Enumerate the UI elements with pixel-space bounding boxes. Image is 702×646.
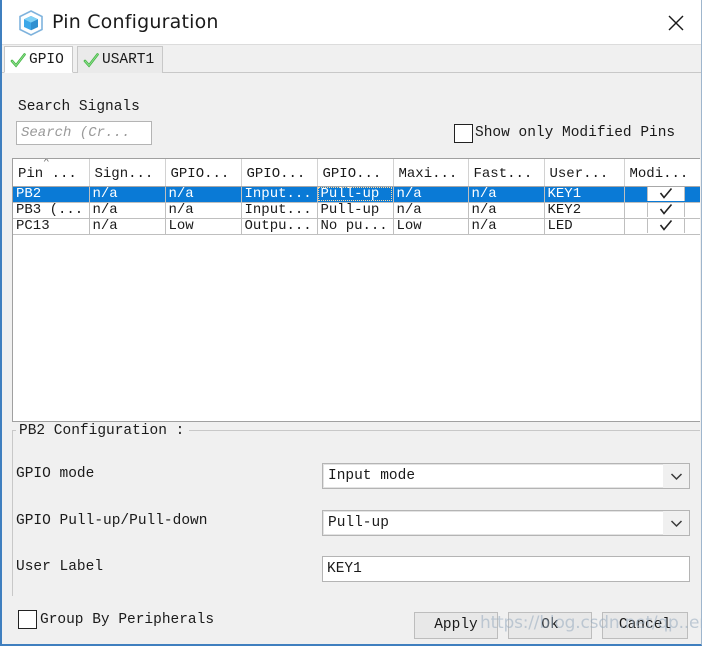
- search-signals-label: Search Signals: [18, 99, 140, 115]
- cube-icon: [18, 9, 44, 37]
- table-header-cell-4[interactable]: GPIO...: [317, 159, 394, 187]
- show-only-modified-pins-checkbox[interactable]: [454, 123, 473, 143]
- group-by-peripherals-checkbox[interactable]: [18, 610, 37, 629]
- table-header-cell-5[interactable]: Maxi...: [393, 159, 469, 187]
- footer: Group By Peripherals: [2, 596, 701, 644]
- table-cell-modified-r0[interactable]: [624, 186, 700, 203]
- apply-button[interactable]: Apply: [414, 612, 498, 639]
- titlebar: Pin Configuration: [2, 0, 701, 45]
- pin-configuration-dialog: Pin Configuration GPIO USART1 Search Sig…: [0, 0, 702, 646]
- table-cell-r2-c6[interactable]: n/a: [468, 218, 545, 235]
- table-header-row[interactable]: ⌃ Pin ... Sign... GPIO... GPIO... GPIO... Maxi…: [13, 159, 700, 187]
- table-header-cell-2[interactable]: GPIO...: [165, 159, 242, 187]
- table-header-label: Modi...: [629, 165, 689, 182]
- table-cell-r1-c1[interactable]: n/a: [89, 202, 166, 219]
- table-cell-r1-c5[interactable]: n/a: [393, 202, 469, 219]
- table-header-cell-1[interactable]: Sign...: [89, 159, 166, 187]
- table-row[interactable]: PC13 n/a Low Outpu... No pu... Low n/a LED: [13, 218, 700, 235]
- pin-table-frame[interactable]: ⌃ Pin ... Sign... GPIO... GPIO... GPIO... Maxi…: [12, 158, 700, 422]
- group-by-peripherals-row[interactable]: Group By Peripherals: [18, 610, 214, 629]
- table-header-label: Sign...: [94, 165, 154, 182]
- modified-check-icon: [646, 187, 685, 201]
- gpio-pull-value: Pull-up: [328, 515, 389, 531]
- table-header-label: Fast...: [473, 165, 533, 182]
- table-header-label: Maxi...: [398, 165, 458, 182]
- gpio-pull-select[interactable]: Pull-up: [322, 510, 690, 536]
- table-row[interactable]: PB3 (... n/a n/a Input... Pull-up n/a n/a KEY2: [13, 202, 700, 219]
- chevron-down-icon: [663, 464, 689, 488]
- table-cell-r0-c1[interactable]: n/a: [89, 186, 166, 203]
- modified-check-icon: [646, 219, 685, 233]
- tab-strip: GPIO USART1: [2, 45, 701, 73]
- table-cell-r0-c3[interactable]: Input...: [241, 186, 318, 203]
- tab-gpio[interactable]: GPIO: [4, 46, 73, 73]
- close-icon[interactable]: [661, 8, 691, 38]
- gpio-mode-select[interactable]: Input mode: [322, 463, 690, 489]
- table-cell-r0-c2[interactable]: n/a: [165, 186, 242, 203]
- table-header-cell-8[interactable]: Modi...: [624, 159, 700, 187]
- table-cell-r2-c5[interactable]: Low: [393, 218, 469, 235]
- table-cell-r2-c7[interactable]: LED: [544, 218, 625, 235]
- table-header-label: User...: [549, 165, 609, 182]
- table-cell-r1-c7[interactable]: KEY2: [544, 202, 625, 219]
- group-by-peripherals-label: Group By Peripherals: [40, 611, 215, 628]
- green-check-icon: [83, 52, 99, 68]
- cancel-button[interactable]: Cancel: [602, 612, 688, 639]
- table-cell-r1-c0[interactable]: PB3 (...: [13, 202, 90, 219]
- sort-ascending-icon: ⌃: [43, 159, 50, 170]
- gpio-pull-label: GPIO Pull-up/Pull-down: [16, 513, 208, 529]
- show-only-modified-pins-row[interactable]: Show only Modified Pins: [454, 122, 675, 144]
- modified-check-icon: [646, 203, 685, 217]
- search-input[interactable]: [16, 121, 152, 145]
- pin-config-legend: PB2 Configuration :: [16, 423, 190, 439]
- gpio-mode-label: GPIO mode: [16, 466, 95, 482]
- table-cell-r0-c5[interactable]: n/a: [393, 186, 469, 203]
- table-cell-r1-c3[interactable]: Input...: [241, 202, 318, 219]
- table-header-cell-3[interactable]: GPIO...: [241, 159, 318, 187]
- table-cell-r2-c2[interactable]: Low: [165, 218, 242, 235]
- table-cell-r0-c7[interactable]: KEY1: [544, 186, 625, 203]
- user-label-input[interactable]: [322, 556, 690, 582]
- table-header-cell-6[interactable]: Fast...: [468, 159, 545, 187]
- show-only-modified-pins-label: Show only Modified Pins: [475, 125, 676, 141]
- table-cell-r1-c2[interactable]: n/a: [165, 202, 242, 219]
- table-cell-r2-c3[interactable]: Outpu...: [241, 218, 318, 235]
- table-cell-modified-r2[interactable]: [624, 218, 700, 235]
- table-cell-r2-c4[interactable]: No pu...: [317, 218, 394, 235]
- gpio-mode-value: Input mode: [328, 468, 416, 484]
- green-check-icon: [10, 52, 26, 68]
- tab-gpio-label: GPIO: [29, 51, 64, 68]
- chevron-down-icon: [663, 511, 689, 535]
- window-title: Pin Configuration: [52, 11, 219, 33]
- table-cell-r1-c4[interactable]: Pull-up: [317, 202, 394, 219]
- pin-table: ⌃ Pin ... Sign... GPIO... GPIO... GPIO... Maxi…: [13, 159, 700, 235]
- table-header-cell-7[interactable]: User...: [544, 159, 625, 187]
- table-header-cell-0[interactable]: ⌃ Pin ...: [13, 159, 90, 187]
- table-cell-r2-c1[interactable]: n/a: [89, 218, 166, 235]
- table-header-label: GPIO...: [246, 165, 306, 182]
- table-row[interactable]: PB2 n/a n/a Input... Pull-up n/a n/a KEY1: [13, 186, 700, 203]
- table-cell-r1-c6[interactable]: n/a: [468, 202, 545, 219]
- ok-button[interactable]: Ok: [508, 612, 592, 639]
- table-cell-r2-c0[interactable]: PC13: [13, 218, 90, 235]
- table-cell-r0-c4[interactable]: Pull-up: [317, 186, 394, 203]
- table-cell-modified-r1[interactable]: [624, 202, 700, 219]
- table-cell-r0-c0[interactable]: PB2: [13, 186, 90, 203]
- table-header-label: GPIO...: [170, 165, 230, 182]
- table-cell-r0-c6[interactable]: n/a: [468, 186, 545, 203]
- user-label-label: User Label: [16, 559, 104, 575]
- table-header-label: GPIO...: [322, 165, 382, 182]
- tab-usart1-label: USART1: [102, 52, 155, 68]
- tab-usart1[interactable]: USART1: [77, 46, 164, 73]
